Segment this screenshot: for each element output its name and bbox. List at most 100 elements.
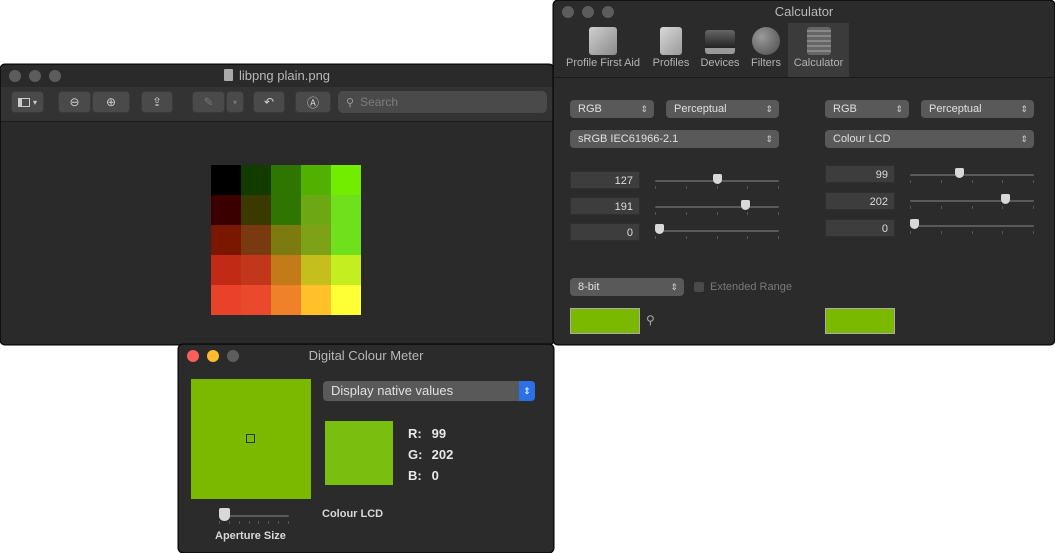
tab-label: Calculator — [793, 57, 844, 69]
close-button[interactable] — [9, 70, 21, 82]
left-profile-select[interactable]: sRGB IEC61966-2.1 ⇕ — [570, 130, 779, 148]
sidebar-toggle-button[interactable]: ▾ — [11, 91, 44, 113]
left-slider-2[interactable] — [655, 200, 779, 215]
rgb-readout: R: 99 G: 202 B: 0 — [408, 423, 453, 486]
image-pixel-cell — [241, 285, 271, 315]
right-slider-2[interactable] — [910, 194, 1034, 209]
minimize-button[interactable] — [582, 6, 594, 18]
window-controls — [9, 70, 61, 82]
search-placeholder: Search — [360, 95, 399, 109]
image-pixel-cell — [271, 225, 301, 255]
left-intent-select[interactable]: Perceptual ⇕ — [666, 100, 779, 118]
devices-icon — [705, 30, 735, 54]
profiles-icon — [660, 27, 682, 55]
zoom-out-button[interactable]: ⊖ — [58, 91, 91, 113]
bit-depth-select[interactable]: 8-bit ⇕ — [570, 278, 684, 296]
markup-button[interactable]: ✎ — [192, 91, 225, 113]
rotate-button[interactable]: ↶ — [253, 91, 285, 113]
right-colour-space-select[interactable]: RGB ⇕ — [825, 100, 909, 118]
slider-knob[interactable] — [954, 168, 964, 178]
share-button[interactable]: ⇪ — [141, 91, 173, 113]
display-profile-label: Colour LCD — [322, 508, 384, 520]
calculator-titlebar[interactable]: Calculator — [554, 1, 1054, 23]
tab-label: Profiles — [652, 57, 690, 69]
tab-profile-first-aid[interactable]: Profile First Aid — [562, 23, 644, 77]
left-slider-1[interactable] — [655, 174, 779, 189]
right-profile-select[interactable]: Colour LCD ⇕ — [825, 130, 1034, 148]
left-value-field-2[interactable]: 191 — [570, 197, 640, 215]
left-value-field-3[interactable]: 0 — [570, 223, 640, 241]
right-colour-swatch[interactable] — [825, 308, 895, 334]
profile-first-aid-icon — [589, 27, 617, 55]
extended-range-checkbox[interactable]: Extended Range — [694, 281, 792, 293]
magnifier-icon[interactable]: ⚲ — [646, 313, 655, 327]
tab-devices[interactable]: Devices — [698, 23, 742, 77]
image-pixel-cell — [241, 225, 271, 255]
image-pixel-cell — [301, 255, 331, 285]
updown-arrows-icon: ⇕ — [519, 381, 535, 401]
chevron-down-icon: ▾ — [32, 97, 37, 107]
left-colour-space-select[interactable]: RGB ⇕ — [570, 100, 654, 118]
close-button[interactable] — [187, 350, 199, 362]
markup-toolbar-button[interactable]: Ⓐ — [295, 91, 331, 113]
aperture-preview — [191, 379, 311, 499]
preview-toolbar: ▾ ⊖ ⊕ ⇪ ✎ ▾ ↶ Ⓐ ⚲ Search — [1, 87, 553, 122]
image-pixel-cell — [241, 165, 271, 195]
slider-knob[interactable] — [910, 219, 919, 229]
zoom-in-icon: ⊕ — [105, 95, 117, 109]
zoom-button[interactable] — [49, 70, 61, 82]
slider-knob[interactable] — [655, 224, 664, 234]
image-canvas[interactable] — [211, 165, 361, 315]
checkbox-box[interactable] — [694, 282, 704, 292]
image-pixel-cell — [211, 285, 241, 315]
updown-arrows-icon: ⇕ — [765, 134, 773, 144]
search-field[interactable]: ⚲ Search — [338, 91, 547, 113]
right-slider-1[interactable] — [910, 168, 1034, 183]
slider-knob[interactable] — [712, 174, 722, 184]
pen-icon: ✎ — [203, 95, 214, 109]
display-mode-select[interactable]: Display native values ⇕ — [323, 381, 535, 401]
left-slider-3[interactable] — [655, 224, 779, 239]
slider-knob[interactable] — [1000, 194, 1010, 204]
markup-circle-icon: Ⓐ — [306, 95, 319, 110]
right-value-field-1[interactable]: 99 — [825, 165, 895, 183]
preview-titlebar[interactable]: libpng plain.png — [1, 65, 553, 87]
tab-calculator[interactable]: Calculator — [788, 23, 849, 77]
right-value-field-3[interactable]: 0 — [825, 219, 895, 237]
sidebar-icon — [17, 97, 30, 107]
preview-window: libpng plain.png ▾ ⊖ ⊕ ⇪ ✎ ▾ ↶ Ⓐ ⚲ Searc… — [0, 64, 554, 345]
image-pixel-cell — [211, 195, 241, 225]
right-intent-select[interactable]: Perceptual ⇕ — [921, 100, 1034, 118]
updown-arrows-icon: ⇕ — [765, 104, 773, 114]
markup-menu-button[interactable]: ▾ — [226, 91, 244, 113]
right-value-field-2[interactable]: 202 — [825, 192, 895, 210]
slider-knob[interactable] — [741, 200, 751, 210]
image-pixel-cell — [301, 195, 331, 225]
zoom-in-button[interactable]: ⊕ — [92, 91, 130, 113]
aperture-size-label: Aperture Size — [215, 530, 286, 542]
image-pixel-cell — [301, 165, 331, 195]
b-value: 0 — [431, 468, 439, 483]
image-pixel-cell — [271, 195, 301, 225]
left-colour-swatch[interactable] — [570, 308, 640, 334]
zoom-button[interactable] — [227, 350, 239, 362]
close-button[interactable] — [562, 6, 574, 18]
aperture-size-slider[interactable] — [219, 508, 289, 524]
updown-arrows-icon: ⇕ — [670, 282, 678, 292]
minimize-button[interactable] — [29, 70, 41, 82]
image-pixel-cell — [211, 165, 241, 195]
meter-titlebar[interactable]: Digital Colour Meter — [179, 345, 553, 367]
tab-profiles[interactable]: Profiles — [649, 23, 693, 77]
slider-knob[interactable] — [219, 508, 230, 521]
select-value: sRGB IEC61966-2.1 — [578, 133, 679, 145]
sampled-colour-swatch — [325, 421, 393, 485]
minimize-button[interactable] — [207, 350, 219, 362]
aperture-center-marker — [246, 434, 255, 443]
tab-filters[interactable]: Filters — [746, 23, 786, 77]
image-pixel-cell — [241, 255, 271, 285]
image-pixel-cell — [271, 165, 301, 195]
window-controls — [187, 350, 239, 362]
left-value-field-1[interactable]: 127 — [570, 171, 640, 189]
zoom-button[interactable] — [602, 6, 614, 18]
right-slider-3[interactable] — [910, 219, 1034, 234]
